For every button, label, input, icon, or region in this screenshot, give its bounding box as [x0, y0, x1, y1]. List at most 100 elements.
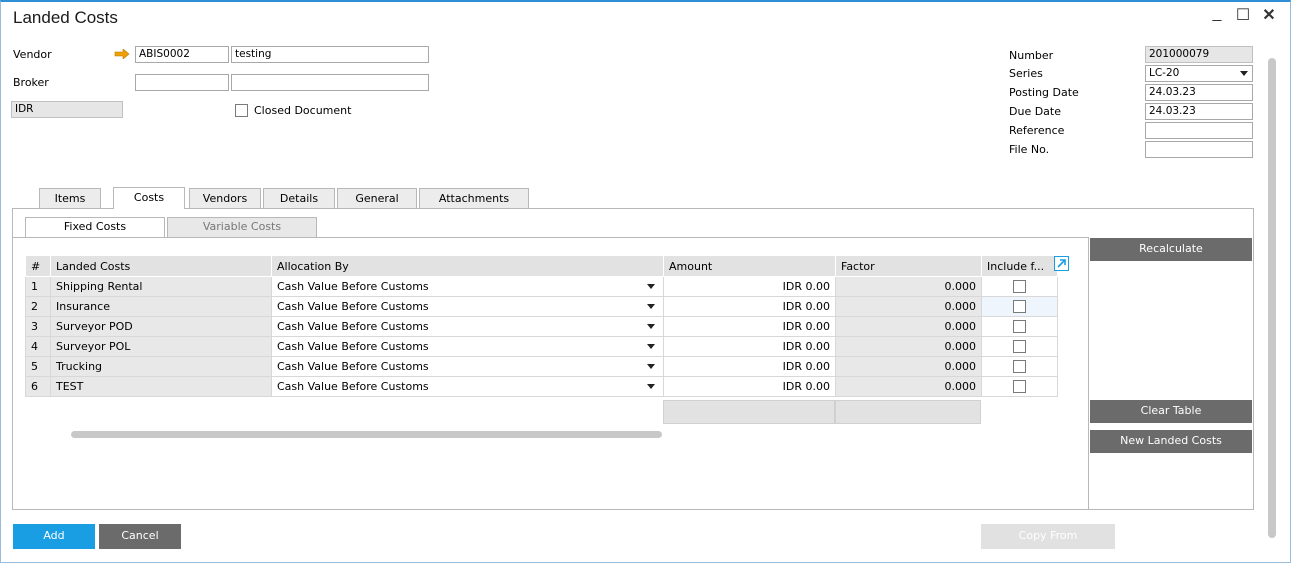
file-no-label: File No.	[1009, 143, 1050, 156]
landed-cost-name: Surveyor POD	[50, 316, 272, 337]
broker-label: Broker	[13, 76, 49, 89]
new-landed-costs-button[interactable]: New Landed Costs	[1090, 430, 1252, 453]
include-checkbox[interactable]	[1013, 300, 1026, 314]
clear-table-button[interactable]: Clear Table	[1090, 400, 1252, 423]
link-arrow-icon[interactable]	[114, 49, 130, 59]
allocation-select[interactable]: Cash Value Before Customs	[271, 336, 664, 357]
window-title: Landed Costs	[13, 8, 118, 27]
factor-cell: 0.000	[835, 276, 982, 297]
row-number: 4	[25, 336, 51, 357]
number-field: 201000079	[1145, 46, 1253, 63]
amount-cell[interactable]: IDR 0.00	[663, 276, 836, 297]
landed-cost-name: TEST	[50, 376, 272, 397]
tab-attachments[interactable]: Attachments	[419, 188, 529, 209]
vendor-label: Vendor	[13, 48, 52, 61]
currency-field: IDR	[11, 101, 123, 118]
table-row[interactable]: 4 Surveyor POL Cash Value Before Customs…	[25, 336, 1058, 357]
table-row[interactable]: 2 Insurance Cash Value Before Customs ID…	[25, 296, 1058, 317]
cancel-button[interactable]: Cancel	[99, 524, 181, 549]
factor-total-cell	[835, 400, 981, 424]
include-cell[interactable]	[981, 336, 1058, 357]
series-select[interactable]: LC-20	[1145, 65, 1253, 82]
subtab-fixed-costs[interactable]: Fixed Costs	[25, 217, 165, 237]
col-header-allocation-by[interactable]: Allocation By	[271, 255, 664, 277]
table-row[interactable]: 5 Trucking Cash Value Before Customs IDR…	[25, 356, 1058, 377]
factor-cell: 0.000	[835, 296, 982, 317]
posting-date-label: Posting Date	[1009, 86, 1079, 99]
include-cell[interactable]	[981, 296, 1058, 317]
amount-cell[interactable]: IDR 0.00	[663, 376, 836, 397]
include-cell[interactable]	[981, 316, 1058, 337]
landed-cost-name: Shipping Rental	[50, 276, 272, 297]
file-no-field[interactable]	[1145, 141, 1253, 158]
tab-vendors[interactable]: Vendors	[189, 188, 261, 209]
factor-cell: 0.000	[835, 336, 982, 357]
allocation-select[interactable]: Cash Value Before Customs	[271, 296, 664, 317]
vendor-code-field[interactable]: ABIS0002	[135, 46, 229, 63]
number-label: Number	[1009, 49, 1054, 62]
factor-cell: 0.000	[835, 316, 982, 337]
include-cell[interactable]	[981, 376, 1058, 397]
allocation-select[interactable]: Cash Value Before Customs	[271, 316, 664, 337]
include-checkbox[interactable]	[1013, 320, 1026, 334]
include-checkbox[interactable]	[1013, 280, 1026, 294]
allocation-select[interactable]: Cash Value Before Customs	[271, 356, 664, 377]
close-button[interactable]: ✕	[1260, 5, 1278, 25]
amount-cell[interactable]: IDR 0.00	[663, 316, 836, 337]
include-cell[interactable]	[981, 276, 1058, 297]
include-checkbox[interactable]	[1013, 380, 1026, 394]
factor-cell: 0.000	[835, 376, 982, 397]
horizontal-scrollbar[interactable]	[71, 431, 662, 438]
landed-cost-name: Trucking	[50, 356, 272, 377]
broker-code-field[interactable]	[135, 74, 229, 91]
copy-from-button: Copy From	[981, 524, 1115, 549]
col-header-include[interactable]: Include f...	[981, 255, 1058, 277]
due-date-label: Due Date	[1009, 105, 1061, 118]
landed-costs-table: # Landed Costs Allocation By Amount Fact…	[25, 255, 1058, 397]
amount-cell[interactable]: IDR 0.00	[663, 296, 836, 317]
series-label: Series	[1009, 67, 1043, 80]
table-row[interactable]: 1 Shipping Rental Cash Value Before Cust…	[25, 276, 1058, 297]
vertical-scrollbar[interactable]	[1268, 58, 1276, 538]
col-header-number: #	[25, 255, 51, 277]
amount-cell[interactable]: IDR 0.00	[663, 336, 836, 357]
closed-document-checkbox[interactable]	[235, 104, 248, 117]
landed-costs-window: Landed Costs _ ☐ ✕ Vendor ABIS0002 testi…	[0, 0, 1291, 563]
maximize-button[interactable]: ☐	[1234, 5, 1252, 25]
posting-date-field[interactable]: 24.03.23	[1145, 84, 1253, 101]
table-header-row: # Landed Costs Allocation By Amount Fact…	[25, 255, 1058, 277]
tab-costs[interactable]: Costs	[113, 187, 185, 209]
subtab-variable-costs[interactable]: Variable Costs	[167, 217, 317, 237]
table-row[interactable]: 3 Surveyor POD Cash Value Before Customs…	[25, 316, 1058, 337]
factor-cell: 0.000	[835, 356, 982, 377]
row-number: 1	[25, 276, 51, 297]
col-header-factor[interactable]: Factor	[835, 255, 982, 277]
tab-general[interactable]: General	[337, 188, 417, 209]
closed-document-label: Closed Document	[254, 104, 352, 117]
minimize-button[interactable]: _	[1208, 5, 1226, 23]
landed-cost-name: Surveyor POL	[50, 336, 272, 357]
reference-field[interactable]	[1145, 122, 1253, 139]
amount-total-cell	[663, 400, 835, 424]
recalculate-button[interactable]: Recalculate	[1090, 238, 1252, 261]
expand-table-icon[interactable]	[1054, 256, 1069, 271]
tab-details[interactable]: Details	[263, 188, 335, 209]
due-date-field[interactable]: 24.03.23	[1145, 103, 1253, 120]
add-button[interactable]: Add	[13, 524, 95, 549]
broker-name-field[interactable]	[231, 74, 429, 91]
vendor-name-field[interactable]: testing	[231, 46, 429, 63]
row-number: 5	[25, 356, 51, 377]
allocation-select[interactable]: Cash Value Before Customs	[271, 276, 664, 297]
table-row[interactable]: 6 TEST Cash Value Before Customs IDR 0.0…	[25, 376, 1058, 397]
include-checkbox[interactable]	[1013, 340, 1026, 354]
col-header-amount[interactable]: Amount	[663, 255, 836, 277]
include-cell[interactable]	[981, 356, 1058, 377]
include-checkbox[interactable]	[1013, 360, 1026, 374]
col-header-landed-costs[interactable]: Landed Costs	[50, 255, 272, 277]
allocation-select[interactable]: Cash Value Before Customs	[271, 376, 664, 397]
amount-cell[interactable]: IDR 0.00	[663, 356, 836, 377]
reference-label: Reference	[1009, 124, 1065, 137]
tab-items[interactable]: Items	[39, 188, 101, 209]
row-number: 2	[25, 296, 51, 317]
landed-cost-name: Insurance	[50, 296, 272, 317]
